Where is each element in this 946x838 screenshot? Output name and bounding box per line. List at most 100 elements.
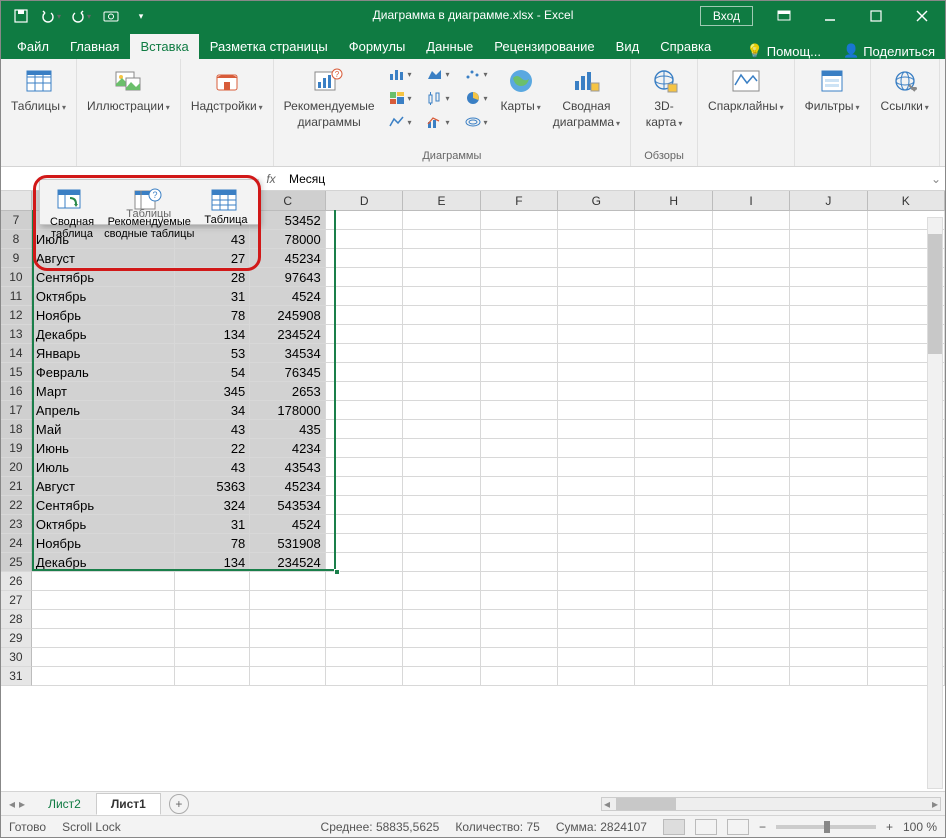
cell[interactable]: 2653 bbox=[250, 382, 325, 401]
cell[interactable]: 31 bbox=[175, 515, 250, 534]
tab-главная[interactable]: Главная bbox=[60, 34, 129, 59]
cell[interactable] bbox=[635, 572, 712, 591]
cell[interactable] bbox=[790, 420, 867, 439]
cell[interactable] bbox=[403, 439, 480, 458]
statistic-chart-icon[interactable] bbox=[421, 87, 455, 109]
cell[interactable] bbox=[635, 496, 712, 515]
cell[interactable] bbox=[403, 344, 480, 363]
zoom-in-icon[interactable]: + bbox=[886, 820, 893, 834]
cell[interactable]: 22 bbox=[175, 439, 250, 458]
vertical-scrollbar[interactable] bbox=[927, 217, 943, 789]
cell[interactable] bbox=[403, 249, 480, 268]
cell[interactable] bbox=[326, 249, 403, 268]
camera-icon[interactable] bbox=[99, 4, 123, 28]
cell[interactable] bbox=[713, 268, 790, 287]
cell[interactable] bbox=[558, 496, 635, 515]
cell[interactable]: Декабрь bbox=[32, 325, 175, 344]
pie-chart-icon[interactable] bbox=[459, 87, 493, 109]
cell[interactable]: 78 bbox=[175, 534, 250, 553]
cell[interactable] bbox=[175, 629, 250, 648]
cell[interactable] bbox=[481, 401, 558, 420]
cell[interactable]: 134 bbox=[175, 553, 250, 572]
cell[interactable] bbox=[713, 629, 790, 648]
cell[interactable] bbox=[558, 515, 635, 534]
cell[interactable]: Сентябрь bbox=[32, 496, 175, 515]
cell[interactable] bbox=[635, 211, 712, 230]
cell[interactable]: 543534 bbox=[250, 496, 325, 515]
cell[interactable] bbox=[326, 325, 403, 344]
cell[interactable] bbox=[558, 382, 635, 401]
cell[interactable] bbox=[403, 420, 480, 439]
addins-button[interactable]: Надстройки bbox=[187, 63, 267, 115]
cell[interactable] bbox=[481, 496, 558, 515]
cell[interactable]: Октябрь bbox=[32, 287, 175, 306]
cell[interactable] bbox=[326, 648, 403, 667]
cell[interactable] bbox=[558, 439, 635, 458]
cell[interactable]: Октябрь bbox=[32, 515, 175, 534]
minimize-icon[interactable] bbox=[807, 1, 853, 31]
cell[interactable]: 531908 bbox=[250, 534, 325, 553]
cell[interactable]: 134 bbox=[175, 325, 250, 344]
cell[interactable] bbox=[713, 515, 790, 534]
col-header-F[interactable]: F bbox=[481, 191, 558, 210]
cell[interactable]: 31 bbox=[175, 287, 250, 306]
qat-customize-icon[interactable]: ▾ bbox=[129, 4, 153, 28]
cell[interactable] bbox=[326, 306, 403, 325]
cell[interactable] bbox=[635, 610, 712, 629]
cell[interactable] bbox=[790, 591, 867, 610]
cell[interactable] bbox=[713, 306, 790, 325]
tab-формулы[interactable]: Формулы bbox=[339, 34, 416, 59]
cell[interactable] bbox=[558, 420, 635, 439]
cell[interactable] bbox=[713, 553, 790, 572]
row-header[interactable]: 15 bbox=[1, 363, 32, 382]
cell[interactable]: 4524 bbox=[250, 287, 325, 306]
cell[interactable] bbox=[635, 648, 712, 667]
cell[interactable] bbox=[326, 667, 403, 686]
cell[interactable] bbox=[635, 629, 712, 648]
row-header[interactable]: 21 bbox=[1, 477, 32, 496]
cell[interactable] bbox=[790, 496, 867, 515]
cell[interactable]: 5363 bbox=[175, 477, 250, 496]
tab-разметка страницы[interactable]: Разметка страницы bbox=[200, 34, 338, 59]
cell[interactable] bbox=[250, 629, 325, 648]
cell[interactable] bbox=[250, 591, 325, 610]
cell[interactable] bbox=[481, 249, 558, 268]
cell[interactable] bbox=[713, 610, 790, 629]
share-button[interactable]: Поделиться bbox=[863, 44, 935, 59]
cell[interactable] bbox=[790, 401, 867, 420]
cell[interactable]: 53452 bbox=[250, 211, 325, 230]
cell[interactable] bbox=[635, 591, 712, 610]
cell[interactable] bbox=[635, 667, 712, 686]
row-header[interactable]: 17 bbox=[1, 401, 32, 420]
cell[interactable]: 43543 bbox=[250, 458, 325, 477]
cell[interactable] bbox=[481, 211, 558, 230]
cell[interactable] bbox=[403, 515, 480, 534]
col-header-D[interactable]: D bbox=[326, 191, 403, 210]
cell[interactable] bbox=[175, 591, 250, 610]
cell[interactable] bbox=[713, 420, 790, 439]
cell[interactable] bbox=[558, 249, 635, 268]
cell[interactable] bbox=[713, 477, 790, 496]
sheet-tab[interactable]: Лист2 bbox=[33, 793, 96, 815]
cell[interactable] bbox=[790, 534, 867, 553]
cell[interactable] bbox=[558, 211, 635, 230]
3d-map-button[interactable]: 3D- карта bbox=[637, 63, 691, 131]
cell[interactable] bbox=[790, 325, 867, 344]
cell[interactable] bbox=[326, 515, 403, 534]
cell[interactable] bbox=[326, 401, 403, 420]
cell[interactable] bbox=[481, 363, 558, 382]
cell[interactable] bbox=[558, 610, 635, 629]
normal-view-icon[interactable] bbox=[663, 819, 685, 835]
cell[interactable]: Февраль bbox=[32, 363, 175, 382]
cell[interactable] bbox=[175, 572, 250, 591]
row-header[interactable]: 9 bbox=[1, 249, 32, 268]
cell[interactable] bbox=[713, 534, 790, 553]
cell[interactable] bbox=[481, 553, 558, 572]
row-header[interactable]: 28 bbox=[1, 610, 32, 629]
cell[interactable] bbox=[790, 382, 867, 401]
cell[interactable] bbox=[790, 230, 867, 249]
cell[interactable] bbox=[790, 610, 867, 629]
cell[interactable] bbox=[481, 534, 558, 553]
cell[interactable] bbox=[790, 515, 867, 534]
cell[interactable]: 4234 bbox=[250, 439, 325, 458]
